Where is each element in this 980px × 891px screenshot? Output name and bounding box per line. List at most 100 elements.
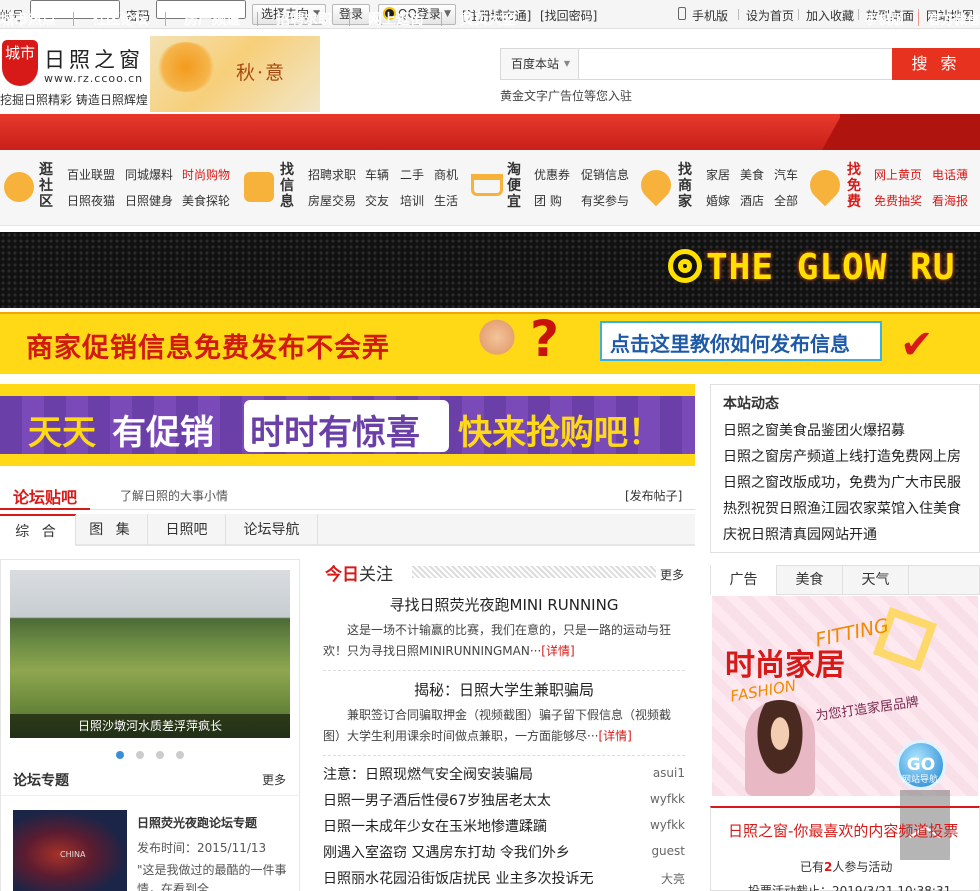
news-title[interactable]: 刚遇入室盗窃 又遇房东打劫 令我们外乡 xyxy=(323,842,570,862)
search-button[interactable]: 搜 索 xyxy=(892,48,980,80)
logo-seal[interactable]: 城市 xyxy=(2,40,38,86)
subnav-group-merchants[interactable]: 找商家 xyxy=(677,162,693,210)
tab-gallery[interactable]: 图 集 xyxy=(76,514,148,546)
news-user[interactable]: wyfkk xyxy=(650,818,685,832)
subnav-link[interactable]: 车辆 xyxy=(365,166,389,183)
slideshow-dot[interactable] xyxy=(176,751,184,759)
nav-right-area xyxy=(840,114,980,150)
subnav-link[interactable]: 团 购 xyxy=(534,192,562,209)
search-scope-select[interactable]: 百度本站 ▼ xyxy=(501,49,579,79)
nav-mobile[interactable]: 手机版 xyxy=(865,9,904,28)
logo-title[interactable]: 日照之窗 xyxy=(44,44,144,74)
subnav-link[interactable]: 美食探轮 xyxy=(182,192,230,209)
subnav-link[interactable]: 交友 xyxy=(365,192,389,209)
topics-more-link[interactable]: 更多 xyxy=(262,771,286,788)
divider xyxy=(323,670,685,671)
poll-deadline: 投票活动截止：2019/3/21 10:38:31 xyxy=(748,884,952,891)
tab-forum-nav[interactable]: 论坛导航 xyxy=(226,514,318,546)
news-user[interactable]: asui1 xyxy=(653,766,685,780)
subnav-link[interactable]: 百业联盟 xyxy=(67,166,115,183)
nav-yellow-pages[interactable]: 黄页大全 xyxy=(460,9,516,29)
detail-link[interactable]: [详情] xyxy=(541,644,574,658)
nav-forum[interactable]: 社区论坛 xyxy=(92,9,148,29)
nav-wechat[interactable]: 官方微信 xyxy=(928,9,980,28)
site-news-item[interactable]: 日照之窗改版成功，免费为广大市民服 xyxy=(723,472,961,492)
news-item[interactable]: 注意：日照现燃气安全阀安装骗局 asui1 xyxy=(323,764,685,790)
news-user[interactable]: guest xyxy=(651,844,685,858)
subnav-link[interactable]: 汽车 xyxy=(774,166,798,183)
divider xyxy=(257,12,258,26)
tab-weather[interactable]: 天气 xyxy=(843,565,909,595)
mobile-link[interactable]: 手机版 xyxy=(692,7,728,24)
subnav-group-info[interactable]: 找信息 xyxy=(279,162,295,210)
site-news-item[interactable]: 日照之窗美食品鉴团火爆招募 xyxy=(723,420,905,440)
news-title[interactable]: 日照一男子酒后性侵67岁独居老太太 xyxy=(323,790,551,810)
slideshow-dot[interactable] xyxy=(116,751,124,759)
nav-house[interactable]: 房产频道 xyxy=(184,9,240,29)
tab-general[interactable]: 综 合 xyxy=(0,514,76,546)
subnav-link[interactable]: 家居 xyxy=(706,166,730,183)
subnav-link[interactable]: 培训 xyxy=(400,192,424,209)
slideshow-dot[interactable] xyxy=(136,751,144,759)
news-title[interactable]: 日照丽水花园沿街饭店扰民 业主多次投诉无 xyxy=(323,868,593,888)
subnav-link[interactable]: 日照健身 xyxy=(125,192,173,209)
news-item[interactable]: 日照一男子酒后性侵67岁独居老太太 wyfkk xyxy=(323,790,685,816)
news-title[interactable]: 日照一未成年少女在玉米地惨遭蹂躏 xyxy=(323,816,547,836)
subnav-link[interactable]: 网上黄页 xyxy=(874,166,922,183)
subnav-link[interactable]: 优惠券 xyxy=(534,166,570,183)
subnav-link[interactable]: 同城爆料 xyxy=(125,166,173,183)
news-item[interactable]: 日照一未成年少女在玉米地惨遭蹂躏 wyfkk xyxy=(323,816,685,842)
add-favorite-link[interactable]: 加入收藏 xyxy=(806,7,854,24)
site-news-item[interactable]: 热烈祝贺日照渔江园农家菜馆入住美食 xyxy=(723,498,961,518)
slideshow-caption[interactable]: 日照沙墩河水质差浮萍疯长 xyxy=(10,714,290,738)
post-topic-link[interactable]: [发布帖子] xyxy=(625,487,682,504)
news-user[interactable]: 大亮 xyxy=(661,870,685,887)
subnav-link[interactable]: 生活 xyxy=(434,192,458,209)
today-more-link[interactable]: 更多 xyxy=(660,566,684,583)
nav-shopping[interactable]: 网上逛街 xyxy=(368,9,424,29)
site-news-item[interactable]: 日照之窗房产频道上线打造免费网上房 xyxy=(723,446,961,466)
search-text-ad[interactable]: 黄金文字广告位等您入驻 xyxy=(500,87,632,104)
subnav-link[interactable]: 婚嫁 xyxy=(706,192,730,209)
subnav-link[interactable]: 美食 xyxy=(740,166,764,183)
tab-ads[interactable]: 广告 xyxy=(711,565,777,595)
forum-title[interactable]: 论坛贴吧 xyxy=(13,484,77,508)
subnav-link[interactable]: 免费抽奖 xyxy=(874,192,922,209)
subnav-link[interactable]: 商机 xyxy=(434,166,458,183)
detail-link[interactable]: [详情] xyxy=(598,729,631,743)
news-item[interactable]: 刚遇入室盗窃 又遇房东打劫 令我们外乡 guest xyxy=(323,842,685,868)
subnav-group-deals[interactable]: 淘便宜 xyxy=(506,162,522,210)
subnav-link[interactable]: 看海报 xyxy=(932,192,968,209)
poll-title[interactable]: 日照之窗-你最喜欢的内容频道投票 xyxy=(728,820,958,841)
nav-city-hot[interactable]: 城市热点 xyxy=(0,9,56,29)
subnav-group-community[interactable]: 逛社区 xyxy=(38,162,54,210)
nav-jobs[interactable]: 招聘求职 xyxy=(276,9,332,29)
subnav-link[interactable]: 酒店 xyxy=(740,192,764,209)
subnav-link[interactable]: 促销信息 xyxy=(581,166,629,183)
subnav-link[interactable]: 时尚购物 xyxy=(182,166,230,183)
tab-food[interactable]: 美食 xyxy=(777,565,843,595)
slideshow-dot[interactable] xyxy=(156,751,164,759)
login-button[interactable]: 登录 xyxy=(332,4,370,25)
subnav-group-free[interactable]: 找免费 xyxy=(846,162,862,210)
tab-rizhao-bar[interactable]: 日照吧 xyxy=(148,514,226,546)
set-homepage-link[interactable]: 设为首页 xyxy=(746,7,794,24)
subnav-link[interactable]: 日照夜猫 xyxy=(67,192,115,209)
subnav-link[interactable]: 招聘求职 xyxy=(308,166,356,183)
news-user[interactable]: wyfkk xyxy=(650,792,685,806)
site-news-item[interactable]: 庆祝日照清真园网站开通 xyxy=(723,524,877,544)
headline-title[interactable]: 揭秘：日照大学生兼职骗局 xyxy=(323,679,685,700)
subnav-link[interactable]: 全部 xyxy=(774,192,798,209)
news-item[interactable]: 日照丽水花园沿街饭店扰民 业主多次投诉无 大亮 xyxy=(323,868,685,891)
search-input[interactable] xyxy=(580,49,892,79)
headline-title[interactable]: 寻找日照荧光夜跑MINI RUNNING xyxy=(323,594,685,615)
sale-banner-stripe xyxy=(0,384,695,396)
subnav-link[interactable]: 电话薄 xyxy=(932,166,968,183)
recover-password-link[interactable]: [找回密码] xyxy=(540,7,597,24)
topic-name-link[interactable]: 日照荧光夜跑论坛专题 xyxy=(137,814,257,831)
subnav-link[interactable]: 二手 xyxy=(400,166,424,183)
subnav-link[interactable]: 有奖参与 xyxy=(581,192,629,209)
subnav-link[interactable]: 房屋交易 xyxy=(308,192,356,209)
news-title[interactable]: 注意：日照现燃气安全阀安装骗局 xyxy=(323,764,533,784)
slideshow-photo[interactable] xyxy=(10,570,290,738)
